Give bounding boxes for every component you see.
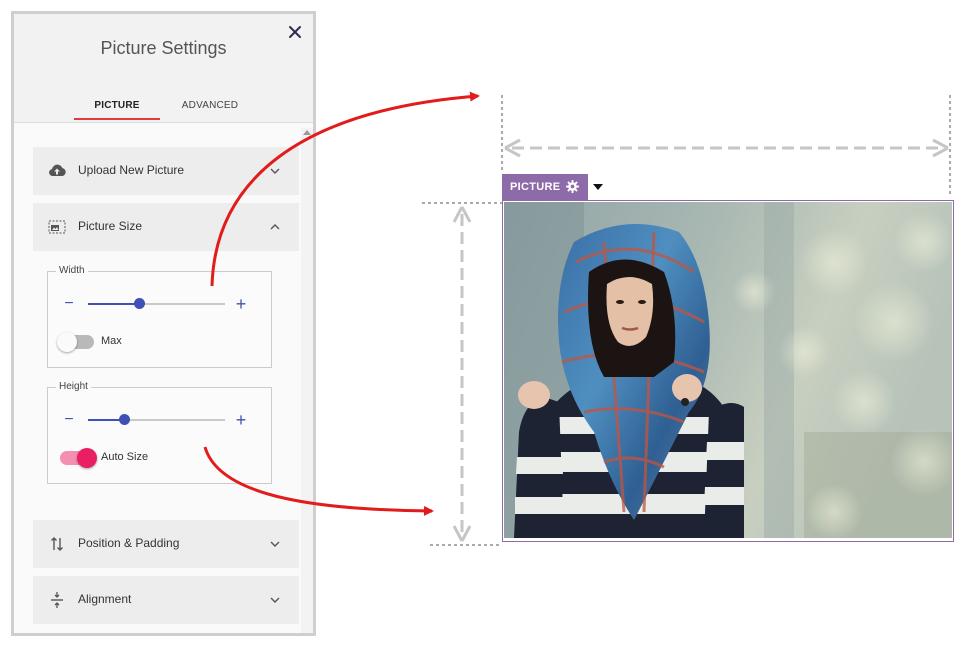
height-slider-thumb[interactable] — [118, 414, 130, 425]
width-legend: Width — [56, 265, 88, 276]
caret-down-icon[interactable] — [593, 184, 603, 190]
panel-title: Picture Settings — [100, 38, 227, 58]
scroll-up-arrow-icon[interactable] — [303, 130, 311, 135]
panel-header: Picture Settings PICTURE ADVANCED — [14, 14, 313, 123]
toggle-knob — [57, 332, 77, 352]
section-picture-size[interactable]: Picture Size — [33, 203, 299, 251]
height-increase-button[interactable]: + — [234, 411, 248, 429]
section-label: Upload New Picture — [78, 163, 185, 177]
chevron-down-icon — [270, 541, 280, 547]
width-increase-button[interactable]: + — [234, 295, 248, 313]
close-icon[interactable] — [285, 22, 305, 42]
auto-size-toggle-label: Auto Size — [101, 451, 149, 463]
section-label: Position & Padding — [78, 536, 180, 550]
section-label: Picture Size — [78, 219, 143, 233]
width-slider[interactable] — [88, 298, 225, 309]
max-toggle-label: Max — [101, 335, 122, 347]
max-toggle[interactable] — [57, 332, 94, 352]
height-legend: Height — [56, 381, 91, 392]
position-arrows-icon — [51, 537, 63, 551]
section-upload-new-picture[interactable]: Upload New Picture — [33, 147, 299, 195]
chevron-up-icon — [270, 224, 280, 230]
picture-tag-label: PICTURE — [510, 181, 561, 193]
height-slider[interactable] — [88, 414, 225, 425]
width-decrease-button[interactable]: − — [62, 296, 76, 312]
picture-settings-panel: Picture Settings PICTURE ADVANCED Upload… — [11, 11, 316, 636]
width-slider-thumb[interactable] — [133, 298, 145, 309]
height-group: Height − + Auto Size — [47, 381, 272, 484]
section-position-padding[interactable]: Position & Padding — [33, 520, 299, 568]
tab-picture[interactable]: PICTURE — [74, 100, 160, 120]
gear-icon[interactable] — [565, 179, 580, 194]
toggle-knob — [77, 448, 97, 468]
height-decrease-button[interactable]: − — [62, 412, 76, 428]
picture-widget-tag[interactable]: PICTURE — [502, 174, 588, 200]
chevron-down-icon — [270, 597, 280, 603]
section-alignment[interactable]: Alignment — [33, 576, 299, 624]
height-dimension-line — [422, 202, 502, 546]
auto-size-toggle[interactable] — [60, 448, 97, 468]
scrollbar[interactable] — [301, 128, 313, 633]
image-size-icon — [48, 220, 66, 234]
tab-advanced[interactable]: ADVANCED — [170, 100, 250, 111]
width-slider-fill — [88, 303, 139, 305]
width-group: Width − + Max — [47, 265, 272, 368]
cloud-upload-icon — [49, 164, 66, 176]
section-label: Alignment — [78, 592, 132, 606]
chevron-down-icon — [270, 168, 280, 174]
alignment-icon — [51, 592, 63, 608]
photo-woman-in-headscarf — [504, 202, 952, 538]
